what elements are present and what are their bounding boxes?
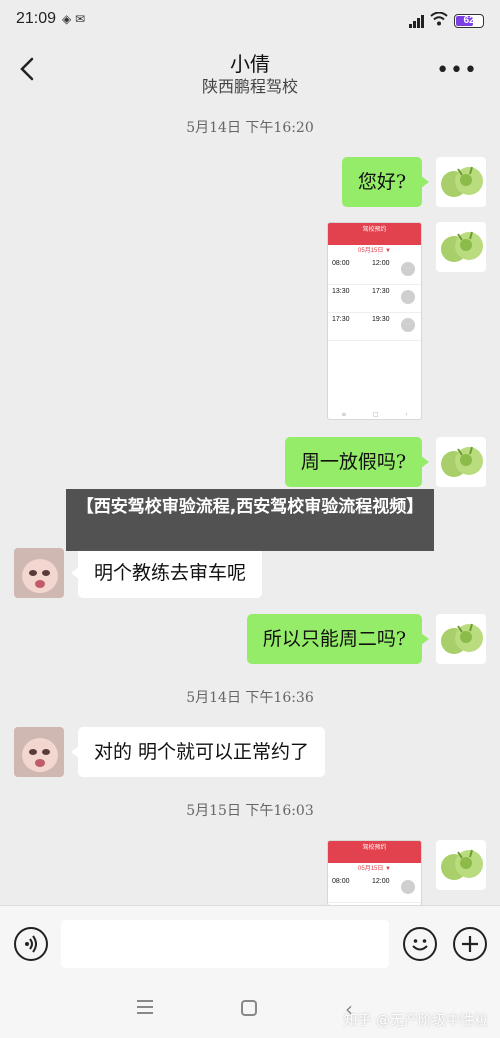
home-icon[interactable] [241,1000,257,1016]
wifi-icon [430,11,448,30]
message-bubble-outgoing[interactable]: 所以只能周二吗? [246,614,430,664]
input-bar [0,905,500,980]
screenshot-header: 驾校预约 [328,223,421,245]
message-bubble-incoming[interactable]: 明个教练去审车呢 [70,548,263,598]
image-message-screenshot[interactable]: 驾校预约 05月15日 ▼ 08:00 12:00 13:30 17:30 17:3… [327,222,422,420]
signal-icon [409,14,424,28]
screenshot-row: 13:30 17:30 [328,285,421,313]
message-input[interactable] [61,920,389,968]
title-overlay-banner: 【西安驾校审验流程,西安驾校审验流程视频】 [66,489,434,551]
message-bubble-outgoing[interactable]: 周一放假吗? [284,437,430,487]
battery-level: 62 [463,15,475,26]
image-message-screenshot[interactable]: 驾校预约 05月15日 ▼ 08:00 12:00 [327,840,422,906]
message-bubble-incoming[interactable]: 对的 明个就可以正常约了 [70,727,326,777]
screenshot-header: 驾校预约 [328,841,421,863]
message-bubble-outgoing[interactable]: 您好? [341,157,430,207]
self-avatar[interactable] [436,437,486,487]
timestamp: 5月15日 下午16:03 [186,803,314,819]
contact-avatar[interactable] [14,548,64,598]
battery-icon: 62 [454,14,484,28]
self-avatar[interactable] [436,157,486,207]
screenshot-date: 05月15日 ▼ [328,245,421,257]
status-bar: 21:09 ◈ ✉ 62 [0,0,500,40]
screenshot-row: 08:00 12:00 [328,875,421,903]
status-time: 21:09 [16,10,57,27]
self-avatar[interactable] [436,222,486,272]
notification-icons: ◈ ✉ [62,12,86,26]
chat-header: 小倩 陕西鹏程驾校 ••• [0,40,500,102]
more-options-icon[interactable]: ••• [436,58,478,83]
self-avatar[interactable] [436,840,486,890]
status-right: 62 [409,11,484,30]
screenshot-date: 05月15日 ▼ [328,863,421,875]
contact-avatar[interactable] [14,727,64,777]
screenshot-nav: ≡ □ ‹ [341,410,408,418]
watermark: 知乎 @无产阶级中性粒 [343,1013,488,1029]
contact-subtitle: 陕西鹏程驾校 [201,77,298,96]
plus-icon[interactable] [453,927,487,961]
emoji-icon[interactable] [403,927,437,961]
self-avatar[interactable] [436,614,486,664]
timestamp: 5月14日 下午16:36 [186,690,314,706]
timestamp: 5月14日 下午16:20 [186,120,314,136]
screenshot-row: 17:30 19:30 [328,313,421,341]
menu-icon[interactable] [137,1000,153,1018]
screenshot-row: 08:00 12:00 [328,257,421,285]
voice-input-icon[interactable] [14,927,48,961]
